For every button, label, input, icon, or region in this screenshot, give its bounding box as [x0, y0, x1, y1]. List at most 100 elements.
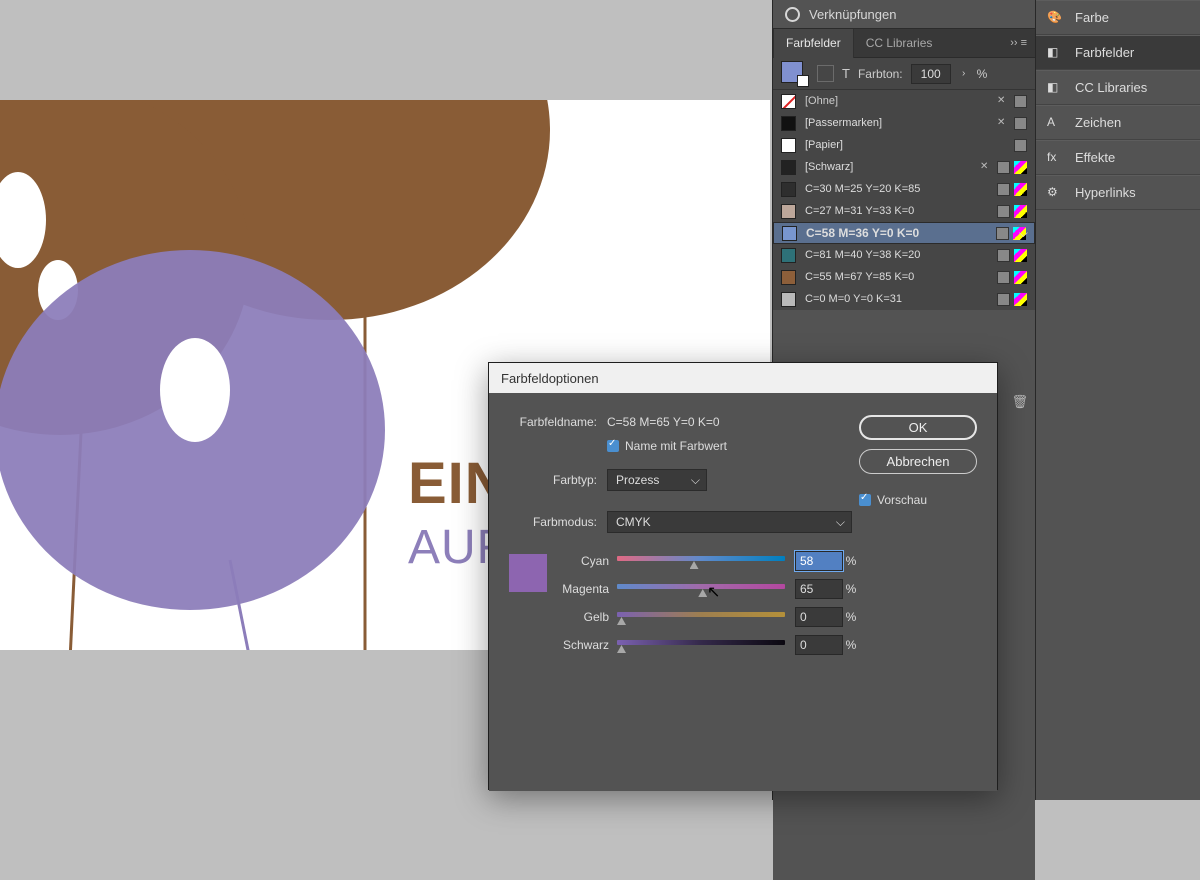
cmyk-input[interactable] — [795, 607, 843, 627]
color-mode-select[interactable]: CMYK — [607, 511, 852, 533]
cmyk-slider[interactable] — [617, 640, 785, 650]
cmyk-percent: % — [843, 582, 859, 596]
ok-button[interactable]: OK — [859, 415, 977, 440]
cmyk-icon — [1013, 227, 1026, 240]
swatch-name-label: Farbfeldname: — [509, 415, 607, 429]
swatch-name: C=58 M=36 Y=0 K=0 — [806, 226, 992, 240]
swatches-panel-tabs: Farbfelder CC Libraries ›› ≡ — [773, 29, 1035, 58]
cmyk-label: Schwarz — [557, 638, 617, 652]
trash-icon[interactable]: 🗑 — [1011, 394, 1028, 410]
rail-icon: ◧ — [1047, 80, 1063, 96]
color-model-icon — [997, 293, 1010, 306]
rail-item-farbfelder[interactable]: ◧Farbfelder — [1035, 35, 1200, 70]
swatch-row[interactable]: [Papier] — [773, 134, 1035, 156]
rail-icon: ◧ — [1047, 45, 1063, 61]
lock-icon: ✕ — [997, 117, 1010, 130]
swatch-name: C=30 M=25 Y=20 K=85 — [805, 183, 993, 195]
slider-thumb-icon[interactable] — [690, 561, 699, 569]
cmyk-icon — [1014, 183, 1027, 196]
swatch-chip — [781, 292, 796, 307]
rail-item-effekte[interactable]: fxEffekte — [1035, 140, 1200, 175]
swatch-toolbar: T Farbton: › % — [773, 58, 1035, 90]
color-model-icon — [997, 205, 1010, 218]
cmyk-percent: % — [843, 554, 859, 568]
swatch-name: C=27 M=31 Y=33 K=0 — [805, 205, 993, 217]
color-model-icon — [1014, 117, 1027, 130]
slider-thumb-icon[interactable] — [698, 589, 707, 597]
swatch-name: [Ohne] — [805, 95, 993, 107]
text-format-icon[interactable]: T — [842, 66, 850, 81]
rail-item-cc-libraries[interactable]: ◧CC Libraries — [1035, 70, 1200, 105]
swatch-name: C=81 M=40 Y=38 K=20 — [805, 249, 993, 261]
cmyk-slider[interactable] — [617, 584, 785, 594]
rail-item-hyperlinks[interactable]: ⚙Hyperlinks — [1035, 175, 1200, 210]
swatch-chip — [781, 182, 796, 197]
rail-icon: fx — [1047, 150, 1063, 166]
swatch-row[interactable]: [Passermarken] ✕ — [773, 112, 1035, 134]
color-type-label: Farbtyp: — [509, 473, 607, 487]
cmyk-label: Magenta — [557, 582, 617, 596]
fill-stroke-proxy[interactable] — [781, 61, 809, 87]
color-preview — [509, 554, 547, 592]
cmyk-row-gelb: Gelb% — [557, 607, 859, 627]
swatch-row[interactable]: C=30 M=25 Y=20 K=85 — [773, 178, 1035, 200]
cmyk-input[interactable] — [795, 635, 843, 655]
rail-item-farbe[interactable]: 🎨Farbe — [1035, 0, 1200, 35]
cancel-button[interactable]: Abbrechen — [859, 449, 977, 474]
color-model-icon — [1014, 95, 1027, 108]
swatch-chip — [781, 270, 796, 285]
color-model-icon — [997, 183, 1010, 196]
cmyk-label: Cyan — [557, 554, 617, 568]
cmyk-slider[interactable] — [617, 556, 785, 566]
swatch-row[interactable]: C=0 M=0 Y=0 K=31 — [773, 288, 1035, 310]
swatch-row[interactable]: C=81 M=40 Y=38 K=20 — [773, 244, 1035, 266]
cmyk-row-schwarz: Schwarz% — [557, 635, 859, 655]
rail-icon: A — [1047, 115, 1063, 131]
swatch-chip — [781, 116, 796, 131]
color-model-icon — [997, 249, 1010, 262]
swatch-chip — [781, 204, 796, 219]
tab-swatches[interactable]: Farbfelder — [773, 29, 854, 58]
panel-collapse-icon[interactable]: ›› ≡ — [1002, 37, 1035, 49]
swatch-row[interactable]: [Ohne] ✕ — [773, 90, 1035, 112]
swatch-row[interactable]: C=55 M=67 Y=85 K=0 — [773, 266, 1035, 288]
slider-thumb-icon[interactable] — [617, 617, 626, 625]
tint-stepper-icon[interactable]: › — [959, 68, 969, 79]
cmyk-input[interactable] — [795, 579, 843, 599]
rail-icon: ⚙ — [1047, 185, 1063, 201]
slider-thumb-icon[interactable] — [617, 645, 626, 653]
color-model-icon — [1014, 139, 1027, 152]
cmyk-row-magenta: Magenta% — [557, 579, 859, 599]
swatch-name-value: C=58 M=65 Y=0 K=0 — [607, 415, 720, 429]
name-with-value-checkbox[interactable] — [607, 440, 619, 452]
tint-input[interactable] — [911, 64, 951, 84]
tab-cc-libraries[interactable]: CC Libraries — [854, 29, 945, 58]
preview-checkbox[interactable] — [859, 494, 871, 506]
swatch-name: [Schwarz] — [805, 161, 976, 173]
links-panel-header[interactable]: Verknüpfungen — [773, 0, 1035, 29]
cmyk-row-cyan: Cyan% — [557, 551, 859, 571]
swatch-name: C=0 M=0 Y=0 K=31 — [805, 293, 993, 305]
cmyk-input[interactable] — [795, 551, 843, 571]
color-model-icon — [997, 271, 1010, 284]
links-icon — [785, 7, 800, 22]
cmyk-icon — [1014, 205, 1027, 218]
swatches-panel-body: T Farbton: › % [Ohne]✕[Passermarken]✕[Pa… — [773, 58, 1035, 310]
rail-icon: 🎨 — [1047, 10, 1063, 26]
swatch-chip — [781, 248, 796, 263]
cmyk-icon — [1014, 161, 1027, 174]
swatch-list: [Ohne] ✕ [Passermarken] ✕ [Papier] [Schwarz]✕… — [773, 90, 1035, 310]
color-model-icon — [997, 161, 1010, 174]
rail-item-zeichen[interactable]: AZeichen — [1035, 105, 1200, 140]
swatch-name: [Papier] — [805, 139, 1010, 151]
swatch-row[interactable]: C=58 M=36 Y=0 K=0 — [773, 222, 1035, 244]
cmyk-percent: % — [843, 638, 859, 652]
cmyk-slider[interactable] — [617, 612, 785, 622]
container-format-icon[interactable] — [817, 65, 834, 82]
color-type-select[interactable]: Prozess — [607, 469, 707, 491]
swatch-row[interactable]: C=27 M=31 Y=33 K=0 — [773, 200, 1035, 222]
swatch-row[interactable]: [Schwarz]✕ — [773, 156, 1035, 178]
color-model-icon — [996, 227, 1009, 240]
lock-icon: ✕ — [997, 95, 1010, 108]
swatch-name: [Passermarken] — [805, 117, 993, 129]
